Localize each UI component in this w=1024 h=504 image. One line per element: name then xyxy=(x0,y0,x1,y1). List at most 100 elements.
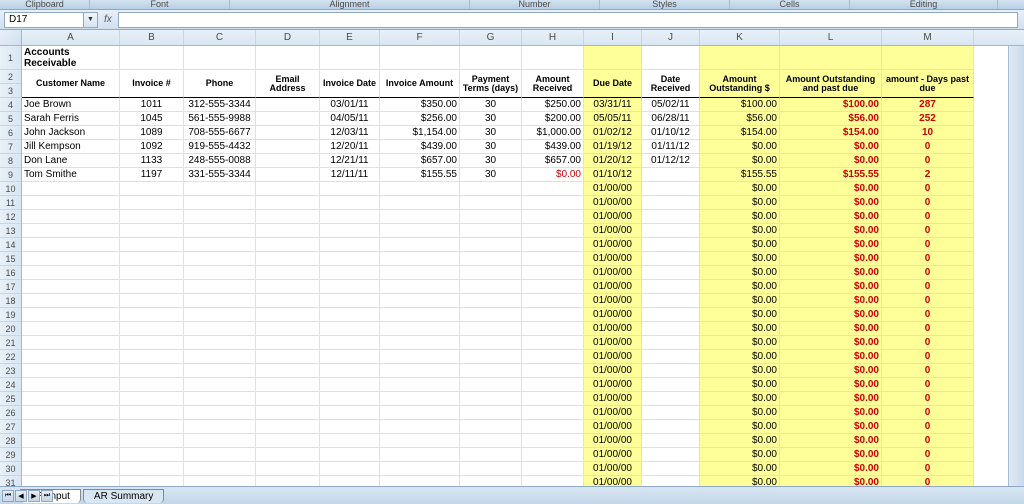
cell[interactable]: 1197 xyxy=(120,168,184,182)
cell[interactable] xyxy=(522,182,584,196)
cell[interactable] xyxy=(320,294,380,308)
cell[interactable] xyxy=(22,406,120,420)
cell[interactable]: Sarah Ferris xyxy=(22,112,120,126)
ribbon-group-styles[interactable]: Styles xyxy=(600,0,730,9)
row-header-9[interactable]: 9 xyxy=(0,168,21,182)
cell[interactable] xyxy=(184,420,256,434)
cell[interactable]: $0.00 xyxy=(700,224,780,238)
cell[interactable] xyxy=(460,280,522,294)
cell[interactable]: 01/00/00 xyxy=(584,462,642,476)
cell[interactable]: John Jackson xyxy=(22,126,120,140)
cell[interactable]: $439.00 xyxy=(522,140,584,154)
cell[interactable] xyxy=(642,336,700,350)
cell[interactable] xyxy=(642,476,700,486)
cell[interactable] xyxy=(184,294,256,308)
cell[interactable]: 10 xyxy=(882,126,974,140)
cell[interactable] xyxy=(22,448,120,462)
cell[interactable] xyxy=(184,392,256,406)
cell[interactable] xyxy=(320,392,380,406)
formula-bar[interactable] xyxy=(118,12,1018,28)
cell[interactable]: $250.00 xyxy=(522,98,584,112)
cell[interactable] xyxy=(22,182,120,196)
cell[interactable] xyxy=(120,420,184,434)
cell[interactable] xyxy=(460,476,522,486)
cell[interactable]: Joe Brown xyxy=(22,98,120,112)
cell[interactable]: 12/03/11 xyxy=(320,126,380,140)
cell[interactable]: $350.00 xyxy=(380,98,460,112)
cell[interactable] xyxy=(320,196,380,210)
cell[interactable] xyxy=(380,238,460,252)
cell[interactable] xyxy=(120,434,184,448)
cell[interactable]: $0.00 xyxy=(780,336,882,350)
cell[interactable] xyxy=(642,462,700,476)
cell[interactable] xyxy=(460,420,522,434)
cell[interactable] xyxy=(460,364,522,378)
cell[interactable]: $0.00 xyxy=(780,462,882,476)
cell[interactable]: 0 xyxy=(882,336,974,350)
cell[interactable]: $0.00 xyxy=(780,238,882,252)
header-cell[interactable]: Invoice # xyxy=(120,70,184,98)
cell[interactable] xyxy=(320,46,380,70)
cell[interactable] xyxy=(120,210,184,224)
cell[interactable] xyxy=(256,476,320,486)
cell[interactable]: $0.00 xyxy=(780,350,882,364)
cell[interactable] xyxy=(184,448,256,462)
cell[interactable] xyxy=(120,378,184,392)
cell[interactable] xyxy=(120,294,184,308)
cell[interactable] xyxy=(642,406,700,420)
cell[interactable]: Jill Kempson xyxy=(22,140,120,154)
cell[interactable]: 0 xyxy=(882,420,974,434)
cell[interactable]: 708-555-6677 xyxy=(184,126,256,140)
cell[interactable]: $657.00 xyxy=(522,154,584,168)
cell[interactable] xyxy=(320,308,380,322)
cell[interactable]: 30 xyxy=(460,112,522,126)
cell[interactable]: Don Lane xyxy=(22,154,120,168)
cell[interactable] xyxy=(320,434,380,448)
cell[interactable]: 0 xyxy=(882,224,974,238)
cell[interactable]: 0 xyxy=(882,392,974,406)
row-header-30[interactable]: 30 xyxy=(0,462,21,476)
cell[interactable]: 03/31/11 xyxy=(584,98,642,112)
col-header-K[interactable]: K xyxy=(700,30,780,45)
row-header-16[interactable]: 16 xyxy=(0,266,21,280)
cell[interactable] xyxy=(184,476,256,486)
cell[interactable]: Tom Smithe xyxy=(22,168,120,182)
cell[interactable]: $0.00 xyxy=(780,308,882,322)
cell[interactable] xyxy=(120,182,184,196)
cell[interactable] xyxy=(460,252,522,266)
cell[interactable] xyxy=(642,308,700,322)
cell[interactable] xyxy=(882,46,974,70)
cell[interactable] xyxy=(380,294,460,308)
cell[interactable]: $0.00 xyxy=(780,476,882,486)
cell[interactable]: $0.00 xyxy=(700,448,780,462)
cell[interactable] xyxy=(22,266,120,280)
cell[interactable] xyxy=(522,462,584,476)
cell[interactable] xyxy=(380,252,460,266)
cell[interactable]: 1089 xyxy=(120,126,184,140)
cell[interactable] xyxy=(380,462,460,476)
row-header-20[interactable]: 20 xyxy=(0,322,21,336)
cell[interactable]: $56.00 xyxy=(700,112,780,126)
header-cell[interactable]: Amount Received xyxy=(522,70,584,98)
cell[interactable] xyxy=(780,46,882,70)
row-header-23[interactable]: 23 xyxy=(0,364,21,378)
cell[interactable]: $0.00 xyxy=(522,168,584,182)
cell[interactable]: 0 xyxy=(882,308,974,322)
cell[interactable] xyxy=(320,252,380,266)
cell[interactable]: $0.00 xyxy=(700,266,780,280)
cell[interactable] xyxy=(642,448,700,462)
cell[interactable] xyxy=(460,448,522,462)
header-cell[interactable]: Invoice Amount xyxy=(380,70,460,98)
cell[interactable]: 01/00/00 xyxy=(584,364,642,378)
cell[interactable]: $0.00 xyxy=(700,434,780,448)
select-all-corner[interactable] xyxy=(0,30,22,46)
row-header-3[interactable]: 3 xyxy=(0,84,21,98)
cell[interactable]: 01/00/00 xyxy=(584,406,642,420)
cell[interactable]: 01/00/00 xyxy=(584,224,642,238)
cell[interactable]: 1045 xyxy=(120,112,184,126)
cell[interactable] xyxy=(380,350,460,364)
cell[interactable]: 04/05/11 xyxy=(320,112,380,126)
cell[interactable]: 0 xyxy=(882,462,974,476)
tab-last-icon[interactable]: ⏭ xyxy=(41,490,53,502)
cell[interactable] xyxy=(22,336,120,350)
